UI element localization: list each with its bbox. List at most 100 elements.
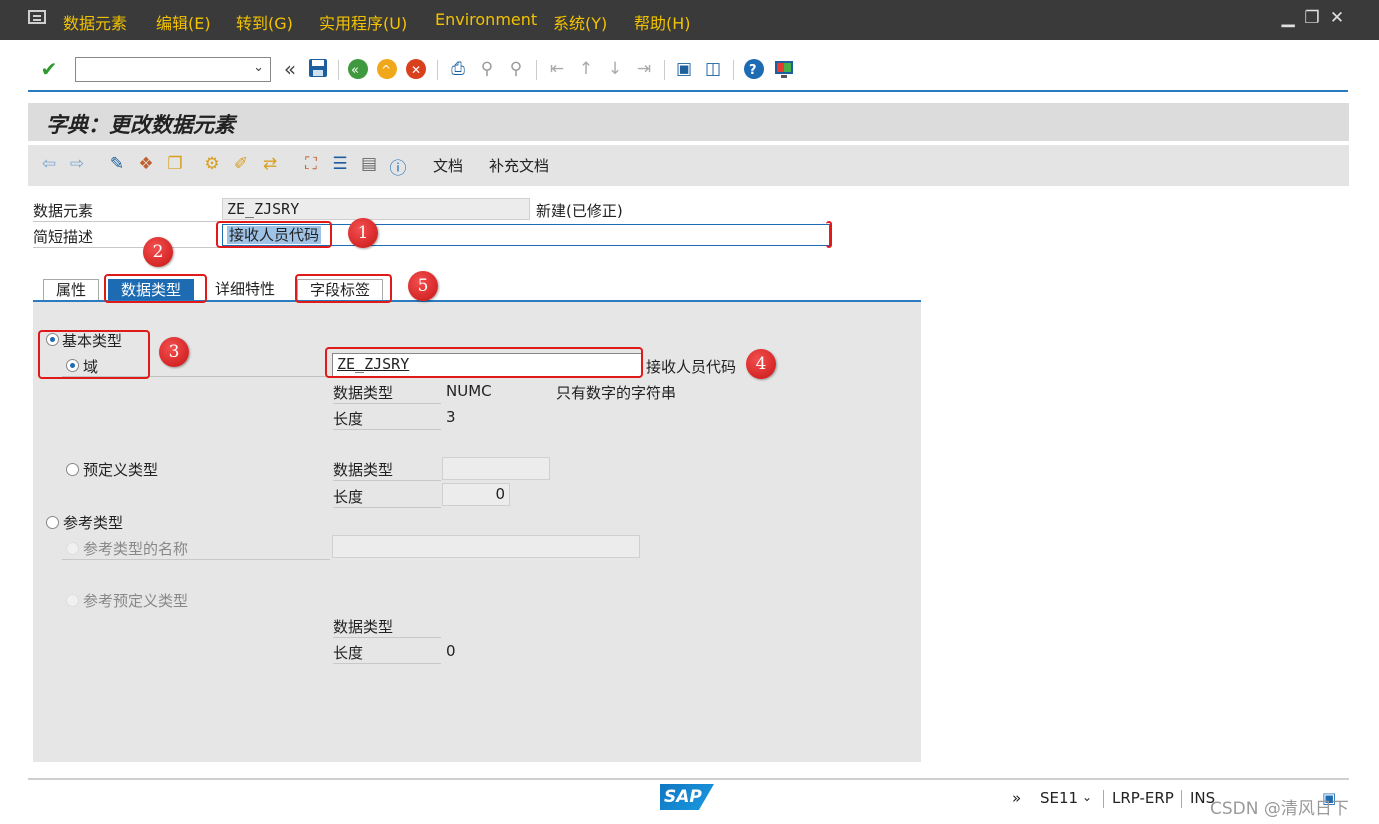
dtype-description: 只有数字的字符串 — [556, 384, 677, 402]
status-bar-line — [28, 778, 1349, 780]
reference-type-radio[interactable] — [46, 516, 59, 529]
command-input[interactable] — [76, 58, 246, 80]
documentation-button[interactable]: 文档 — [433, 155, 463, 176]
info-icon[interactable]: ⓘ — [387, 154, 409, 179]
find-next-icon: ⚲ — [509, 59, 523, 79]
domain-description: 接收人员代码 — [646, 358, 737, 376]
new-session-icon[interactable]: ▣ — [673, 58, 695, 80]
tab-further-characteristics[interactable]: 详细特性 — [203, 279, 287, 301]
short-description-label: 简短描述 — [33, 226, 219, 248]
standard-toolbar: ✔ ⌄ « « ^ ✕ ⎙ ⚲ ⚲ ⇤ ↑ ↓ ⇥ ▣ ◫ ? — [0, 40, 1379, 98]
menu-utilities[interactable]: 实用程序(U) — [319, 10, 407, 34]
predefined-length-label: 长度 — [333, 486, 441, 508]
status-text: 新建(已修正) — [536, 202, 623, 220]
annotation-badge-4: 4 — [746, 349, 776, 379]
toolbar-separator — [536, 60, 537, 80]
back-arrow-icon[interactable]: ⇦ — [38, 154, 60, 174]
table-icon[interactable]: ▤ — [358, 154, 380, 174]
back-icon[interactable]: « — [347, 58, 369, 80]
other-object-icon[interactable]: ❖ — [135, 154, 157, 174]
dtype-label: 数据类型 — [333, 382, 441, 404]
check-icon[interactable]: ⚙ — [201, 154, 223, 174]
where-used-icon[interactable]: ⇄ — [259, 154, 281, 174]
toolbar-separator — [437, 60, 438, 80]
predefined-type-radio[interactable] — [66, 463, 79, 476]
display-change-icon[interactable]: ✎ — [106, 154, 128, 174]
enter-check-icon[interactable]: ✔ — [38, 58, 60, 80]
collapse-chevron-icon[interactable]: « — [279, 58, 301, 80]
ref-predefined-label: 参考预定义类型 — [83, 592, 189, 610]
close-icon[interactable]: ✕ — [1327, 8, 1347, 28]
svg-text:«: « — [351, 63, 359, 78]
data-element-field: ZE_ZJSRY — [222, 198, 530, 220]
annotation-box-short-description — [216, 221, 332, 248]
toolbar-separator — [664, 60, 665, 80]
ref-name-field — [332, 535, 640, 558]
cancel-icon[interactable]: ✕ — [405, 58, 427, 80]
save-icon[interactable] — [307, 58, 329, 80]
watermark: CSDN @清风日下 — [1210, 799, 1349, 819]
predefined-dtype-label: 数据类型 — [333, 459, 441, 481]
supplementary-doc-button[interactable]: 补充文档 — [489, 155, 549, 176]
menu-environment[interactable]: Environment — [435, 10, 537, 29]
status-separator — [1103, 790, 1104, 808]
ref-name-label: 参考类型的名称 — [62, 538, 330, 560]
print-icon[interactable]: ⎙ — [447, 58, 469, 80]
data-element-label: 数据元素 — [33, 200, 219, 222]
length-label: 长度 — [333, 408, 441, 430]
menu-bar: 数据元素 编辑(E) 转到(G) 实用程序(U) Environment 系统(… — [0, 0, 1379, 40]
predefined-dtype-field — [442, 457, 550, 480]
annotation-box-domain — [325, 347, 643, 378]
svg-text:?: ? — [749, 63, 757, 78]
sap-logo: SAP — [660, 784, 714, 810]
toolbar-divider — [28, 90, 1348, 92]
dtype-value: NUMC — [446, 382, 492, 400]
menu-edit[interactable]: 编辑(E) — [156, 10, 211, 34]
copy-object-icon[interactable]: ❐ — [164, 154, 186, 174]
status-more-icon[interactable]: » — [1012, 789, 1021, 807]
annotation-badge-3: 3 — [159, 337, 189, 367]
last-page-icon: ⇥ — [636, 59, 652, 79]
length-value: 3 — [446, 408, 456, 426]
menu-system[interactable]: 系统(Y) — [553, 10, 607, 34]
ref-length-value: 0 — [446, 642, 456, 660]
svg-text:✕: ✕ — [411, 63, 421, 77]
navigation-icon[interactable]: ☰ — [329, 154, 351, 174]
status-system: LRP-ERP — [1112, 789, 1174, 807]
previous-page-icon: ↑ — [578, 59, 594, 79]
status-separator — [1181, 790, 1182, 808]
chevron-down-icon[interactable]: ⌄ — [253, 60, 264, 75]
help-icon[interactable]: ? — [743, 58, 765, 80]
minimize-icon[interactable]: ▁ — [1278, 8, 1298, 28]
ref-predefined-radio — [66, 594, 79, 607]
chevron-down-icon[interactable]: ⌄ — [1082, 790, 1092, 804]
activate-icon[interactable]: ✐ — [230, 154, 252, 174]
annotation-box-elementary-type — [38, 330, 150, 379]
forward-arrow-icon[interactable]: ⇨ — [66, 154, 88, 174]
predefined-length-field: 0 — [442, 483, 510, 506]
shortcut-icon[interactable]: ◫ — [702, 58, 724, 80]
annotation-badge-5: 5 — [408, 271, 438, 301]
menu-goto[interactable]: 转到(G) — [236, 10, 293, 34]
object-list-icon[interactable]: ⛶ — [300, 154, 322, 174]
annotation-box-data-type-tab — [104, 274, 207, 303]
maximize-icon[interactable]: ❐ — [1302, 8, 1322, 28]
status-transaction: SE11 — [1040, 789, 1079, 807]
application-toolbar: ⇦ ⇨ ✎ ❖ ❐ ⚙ ✐ ⇄ ⛶ ☰ ▤ ⓘ 文档 补充文档 — [28, 145, 1349, 186]
customize-layout-icon[interactable] — [773, 58, 795, 80]
ref-length-label: 长度 — [333, 642, 441, 664]
tab-attributes[interactable]: 属性 — [43, 279, 100, 301]
annotation-box-input-end — [826, 221, 832, 248]
toolbar-separator — [733, 60, 734, 80]
command-field[interactable]: ⌄ — [75, 57, 271, 82]
next-page-icon: ↓ — [607, 59, 623, 79]
annotation-box-field-label-tab — [295, 274, 392, 303]
svg-text:^: ^ — [381, 63, 391, 77]
annotation-badge-1: 1 — [348, 218, 378, 248]
system-menu-icon[interactable] — [28, 10, 46, 24]
menu-data-element[interactable]: 数据元素 — [63, 10, 127, 34]
exit-icon[interactable]: ^ — [376, 58, 398, 80]
ref-dtype-label: 数据类型 — [333, 616, 441, 638]
menu-help[interactable]: 帮助(H) — [634, 10, 691, 34]
annotation-badge-2: 2 — [143, 237, 173, 267]
